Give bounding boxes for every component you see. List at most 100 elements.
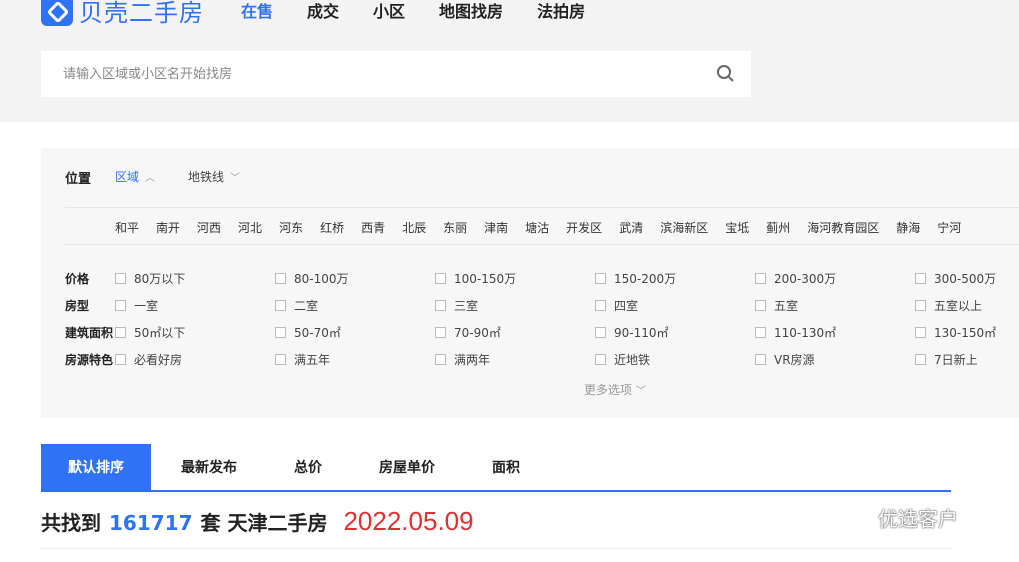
sort-default[interactable]: 默认排序 [41,444,151,490]
checkbox[interactable] [755,300,766,311]
filter-label: 价格 [65,271,90,286]
filter-option[interactable]: VR房源 [755,351,815,368]
filter-option[interactable]: 80-100万 [275,270,349,287]
sort-total-price[interactable]: 总价 [267,444,349,490]
filter-option-label: 300-500万 [934,272,997,286]
district-item[interactable]: 东丽 [443,219,467,236]
filter-option-label: VR房源 [774,353,815,367]
filter-option-label: 100-150万 [454,272,517,286]
filter-option[interactable]: 满两年 [435,351,490,368]
checkbox[interactable] [755,327,766,338]
filter-option[interactable]: 一室 [115,297,158,314]
filter-row-feature: 房源特色 必看好房 满五年 满两年 近地铁 VR房源 7日新上 [65,351,1019,368]
filter-option[interactable]: 100-150万 [435,270,516,287]
filter-option[interactable]: 80万以下 [115,270,185,287]
sort-newest[interactable]: 最新发布 [151,444,267,490]
district-item[interactable]: 宝坻 [725,219,749,236]
district-item[interactable]: 河东 [279,219,303,236]
checkbox[interactable] [755,273,766,284]
checkbox[interactable] [115,300,126,311]
logo[interactable]: 贝壳二手房 [41,0,204,26]
filter-option[interactable]: 满五年 [275,351,330,368]
checkbox[interactable] [275,354,286,365]
filter-option[interactable]: 必看好房 [115,351,182,368]
tab-subway-label: 地铁线 [188,170,225,184]
filter-option[interactable]: 150-200万 [595,270,676,287]
filter-option-label: 70-90㎡ [454,326,501,340]
filter-option[interactable]: 200-300万 [755,270,836,287]
district-item[interactable]: 和平 [115,219,139,236]
checkbox[interactable] [755,354,766,365]
checkbox[interactable] [115,354,126,365]
filter-option[interactable]: 三室 [435,297,478,314]
filter-option[interactable]: 50-70㎡ [275,324,341,341]
district-item[interactable]: 津南 [484,219,508,236]
district-item[interactable]: 北辰 [402,219,426,236]
nav-item-community[interactable]: 小区 [373,0,405,26]
checkbox[interactable] [115,327,126,338]
filter-label: 房源特色 [65,352,114,367]
checkbox[interactable] [275,273,286,284]
nav-item-on-sale[interactable]: 在售 [241,0,273,26]
checkbox[interactable] [435,354,446,365]
district-item[interactable]: 河西 [197,219,221,236]
watermark-text: 优选客户 [878,507,958,531]
filter-option[interactable]: 130-150㎡ [915,324,996,341]
filter-option-label: 150-200万 [614,272,677,286]
search-button[interactable] [701,51,751,97]
checkbox[interactable] [915,354,926,365]
district-item[interactable]: 南开 [156,219,180,236]
checkbox[interactable] [915,300,926,311]
checkbox[interactable] [595,354,606,365]
district-item[interactable]: 开发区 [566,219,602,236]
tab-district[interactable]: 区域 ︿ [115,168,155,185]
district-item[interactable]: 武清 [619,219,643,236]
filter-panel: 位置 区域 ︿ 地铁线 ﹀ 和平 南开 河西 河北 河东 红桥 西青 北辰 东丽 津南 塘沽 开发区 武清滨… [41,148,1019,418]
district-item[interactable]: 河北 [238,219,262,236]
filter-option-label: 80-100万 [294,272,349,286]
checkbox[interactable] [275,327,286,338]
nav-item-auction[interactable]: 法拍房 [537,0,585,26]
checkbox[interactable] [435,273,446,284]
filter-option-label: 50-70㎡ [294,326,341,340]
nav-item-sold[interactable]: 成交 [307,0,339,26]
filter-option[interactable]: 五室以上 [915,297,982,314]
checkbox[interactable] [435,327,446,338]
checkbox[interactable] [915,327,926,338]
checkbox[interactable] [595,273,606,284]
tab-subway[interactable]: 地铁线 ﹀ [188,168,240,185]
filter-option[interactable]: 四室 [595,297,638,314]
nav-item-map[interactable]: 地图找房 [439,0,503,26]
filter-option[interactable]: 50㎡以下 [115,324,185,341]
district-item[interactable]: 红桥 [320,219,344,236]
filter-option[interactable]: 90-110㎡ [595,324,669,341]
filter-option[interactable]: 300-500万 [915,270,996,287]
checkbox[interactable] [435,300,446,311]
checkbox[interactable] [115,273,126,284]
district-item[interactable]: 滨海新区 [660,219,708,236]
filter-option[interactable]: 110-130㎡ [755,324,836,341]
search-icon [717,65,734,82]
district-item[interactable]: 宁河 [937,219,961,236]
more-options-button[interactable]: 更多选项 ﹀ [584,381,646,398]
district-item[interactable]: 海河教育园区 [807,219,879,236]
sort-area[interactable]: 面积 [465,444,547,490]
filter-option-label: 110-130㎡ [774,326,837,340]
checkbox[interactable] [595,300,606,311]
checkbox[interactable] [595,327,606,338]
filter-option[interactable]: 近地铁 [595,351,650,368]
filter-option[interactable]: 五室 [755,297,798,314]
district-item[interactable]: 蓟州 [766,219,790,236]
filter-option[interactable]: 二室 [275,297,318,314]
district-item[interactable]: 塘沽 [525,219,549,236]
main-nav: 在售 成交 小区 地图找房 法拍房 [241,0,619,26]
checkbox[interactable] [275,300,286,311]
filter-option[interactable]: 7日新上 [915,351,978,368]
filter-option[interactable]: 70-90㎡ [435,324,501,341]
logo-text: 贝壳二手房 [79,0,204,27]
checkbox[interactable] [915,273,926,284]
district-item[interactable]: 西青 [361,219,385,236]
district-item[interactable]: 静海 [896,219,920,236]
sort-unit-price[interactable]: 房屋单价 [349,444,465,490]
search-input[interactable] [41,51,701,97]
